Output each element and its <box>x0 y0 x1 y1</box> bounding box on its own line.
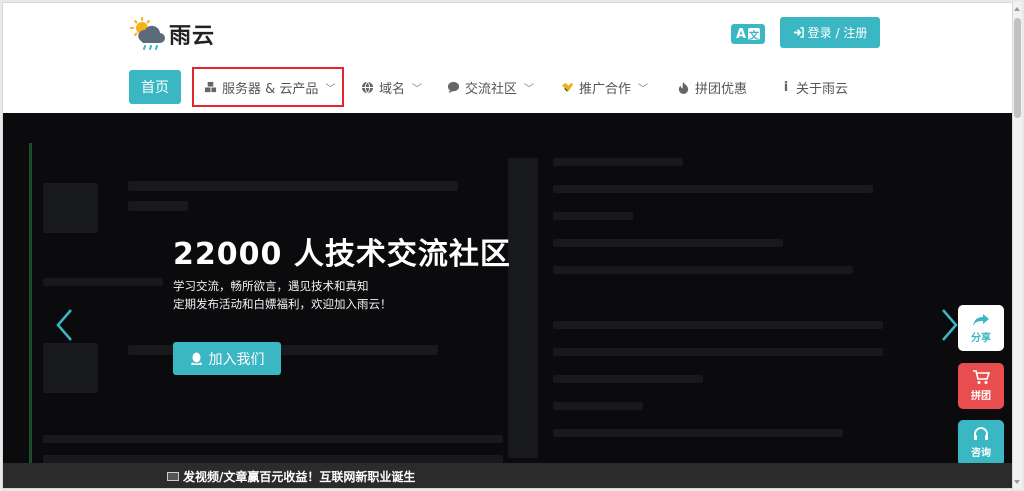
bg-text-line <box>553 212 633 220</box>
fire-icon <box>678 81 689 94</box>
language-switch-button[interactable]: A 文 <box>731 24 765 44</box>
video-icon <box>167 472 179 481</box>
main-nav: 首页 服务器 & 云产品 ﹀ 域名 ﹀ 交流社区 ﹀ 推广合作 ﹀ 拼团优惠 i… <box>3 67 1012 107</box>
join-us-label: 加入我们 <box>208 351 265 368</box>
bg-text-line <box>553 266 853 274</box>
nav-home[interactable]: 首页 <box>129 70 181 104</box>
bg-text-line <box>553 321 883 329</box>
language-letter: A <box>735 26 747 42</box>
group-buy-button[interactable]: 拼团 <box>958 363 1004 409</box>
share-label: 分享 <box>971 332 991 344</box>
cubes-icon <box>204 81 217 92</box>
bg-text-line <box>553 348 883 356</box>
consult-label: 咨询 <box>971 448 991 459</box>
bg-news-thumb <box>43 183 98 233</box>
carousel-prev-arrow[interactable] <box>55 308 73 342</box>
bg-wiki-thumb <box>43 343 98 393</box>
hero-subtitle-line: 定期发布活动和白嫖福利，欢迎加入雨云！ <box>173 297 392 311</box>
bg-text-line <box>553 429 843 437</box>
sign-in-icon <box>793 27 804 38</box>
nav-servers-cloud[interactable]: 服务器 & 云产品 ﹀ <box>192 67 344 107</box>
scrollbar-thumb[interactable] <box>1014 18 1021 118</box>
consult-button[interactable]: 咨询 <box>958 420 1004 466</box>
bg-text-line <box>553 402 643 410</box>
info-icon: i <box>783 79 789 95</box>
bg-text-line <box>43 455 503 463</box>
bg-text-line <box>128 181 458 191</box>
bg-text-line <box>128 201 188 211</box>
browser-viewport: 雨云 A 文 登录 / 注册 首页 服务器 & 云产品 ﹀ 域名 ﹀ 交流社区 … <box>2 2 1013 489</box>
nav-group-buy-label: 拼团优惠 <box>695 81 748 97</box>
ticker-content: 发视频/文章赢百元收益！互联网新职业诞生 <box>167 468 415 485</box>
ticker-label: 发视频/文章赢百元收益！互联网新职业诞生 <box>183 470 416 484</box>
handshake-icon <box>561 82 574 92</box>
login-register-label: 登录 / 注册 <box>807 26 868 40</box>
nav-partnership-label: 推广合作 <box>579 81 632 97</box>
nav-group-buy[interactable]: 拼团优惠 <box>677 69 747 105</box>
bg-text-line <box>43 278 163 286</box>
sun-cloud-rain-icon <box>130 17 165 50</box>
join-us-button[interactable]: 加入我们 <box>173 342 281 375</box>
logo[interactable]: 雨云 <box>129 17 215 51</box>
nav-servers-cloud-label: 服务器 & 云产品 <box>222 81 319 97</box>
site-header: 雨云 A 文 登录 / 注册 首页 服务器 & 云产品 ﹀ 域名 ﹀ 交流社区 … <box>3 3 1012 113</box>
chevron-down-icon: ﹀ <box>524 83 535 95</box>
nav-community-label: 交流社区 <box>465 81 518 97</box>
announcement-ticker[interactable]: 发视频/文章赢百元收益！互联网新职业诞生 <box>3 463 1012 488</box>
cart-icon <box>973 370 990 384</box>
login-register-button[interactable]: 登录 / 注册 <box>780 17 880 48</box>
bg-text-line <box>553 185 873 193</box>
brand-name: 雨云 <box>169 24 216 49</box>
nav-home-label: 首页 <box>141 80 169 96</box>
scroll-up-arrow[interactable] <box>1014 7 1020 11</box>
scroll-down-arrow[interactable] <box>1014 480 1020 484</box>
chevron-down-icon: ﹀ <box>325 83 336 95</box>
chevron-down-icon: ﹀ <box>638 83 649 95</box>
nav-partnership[interactable]: 推广合作 ﹀ <box>561 69 648 105</box>
chat-icon <box>447 81 460 93</box>
nav-domain-label: 域名 <box>379 81 406 97</box>
nav-about-label: 关于雨云 <box>796 81 849 97</box>
bg-text-line <box>43 435 503 443</box>
qq-icon <box>190 352 202 365</box>
share-button[interactable]: 分享 <box>958 305 1004 351</box>
bg-column <box>508 158 538 458</box>
hero-subtitle-line: 学习交流，畅所欲言，遇见技术和真知 <box>173 279 369 293</box>
hero-subtitle: 学习交流，畅所欲言，遇见技术和真知 定期发布活动和白嫖福利，欢迎加入雨云！ <box>173 277 392 313</box>
bg-text-line <box>553 239 783 247</box>
page-scrollbar[interactable] <box>1013 2 1022 489</box>
translate-icon: 文 <box>748 28 761 42</box>
nav-community[interactable]: 交流社区 ﹀ <box>447 69 534 105</box>
nav-about[interactable]: i 关于雨云 <box>781 69 848 105</box>
hero-banner: 22000 人技术交流社区 学习交流，畅所欲言，遇见技术和真知 定期发布活动和白… <box>3 113 1012 488</box>
nav-domain[interactable]: 域名 ﹀ <box>361 69 422 105</box>
chevron-down-icon: ﹀ <box>412 83 423 95</box>
globe-icon <box>361 81 374 93</box>
group-buy-label: 拼团 <box>971 391 991 402</box>
bg-text-line <box>553 158 683 166</box>
decorative-bar <box>29 143 32 483</box>
share-arrow-icon <box>973 313 989 326</box>
headset-icon <box>974 427 988 440</box>
bg-text-line <box>553 375 703 383</box>
hero-title: 22000 人技术交流社区 <box>173 237 511 272</box>
carousel-next-arrow[interactable] <box>941 308 959 342</box>
